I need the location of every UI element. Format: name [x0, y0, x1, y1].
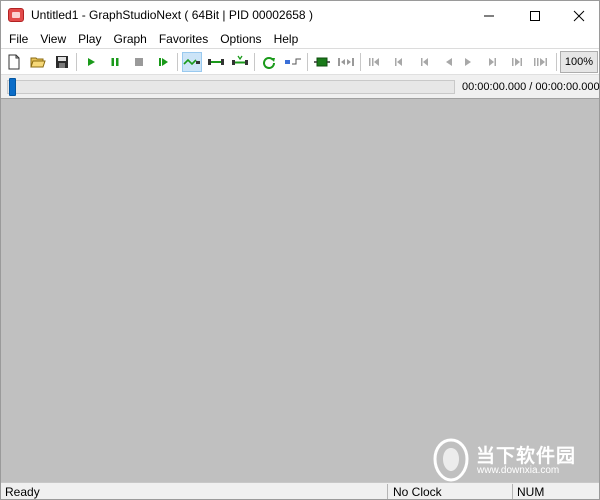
seek-back-large-icon	[395, 58, 402, 66]
minimize-icon	[484, 15, 494, 16]
app-window: Untitled1 - GraphStudioNext ( 64Bit | PI…	[0, 0, 600, 500]
toolbar-separator	[254, 53, 255, 71]
minimize-button[interactable]	[467, 1, 511, 30]
seek-forward-large-button[interactable]	[507, 52, 527, 72]
menu-help[interactable]: Help	[268, 30, 305, 48]
status-text: Ready	[5, 485, 40, 499]
seek-icon	[338, 58, 354, 66]
seek-back-icon	[421, 58, 428, 66]
link-button[interactable]	[206, 52, 226, 72]
toolbar-separator	[177, 53, 178, 71]
title-bar[interactable]: Untitled1 - GraphStudioNext ( 64Bit | PI…	[1, 1, 599, 30]
smart-connect-button[interactable]	[230, 52, 250, 72]
seek-back-large-button[interactable]	[390, 52, 410, 72]
seek-slider-thumb[interactable]	[9, 78, 16, 96]
status-bar: Ready No Clock NUM	[1, 482, 599, 499]
watermark-url: www.downxia.com	[477, 465, 560, 476]
link-icon	[208, 59, 224, 65]
toolbar: 100%	[1, 48, 599, 74]
maximize-icon	[530, 10, 540, 21]
close-icon	[573, 10, 585, 21]
seek-button[interactable]	[336, 52, 356, 72]
pause-button[interactable]	[105, 52, 125, 72]
play-icon	[88, 58, 95, 66]
watermark-text: 当下软件园	[476, 445, 577, 467]
pause-icon	[111, 58, 119, 66]
new-file-icon	[8, 54, 20, 70]
menu-file[interactable]: File	[3, 30, 34, 48]
toolbar-separator	[360, 53, 361, 71]
toolbar-separator	[76, 53, 77, 71]
step-frame-icon	[159, 58, 168, 66]
zoom-level[interactable]: 100%	[560, 51, 598, 73]
seek-end-button[interactable]	[532, 52, 552, 72]
stop-button[interactable]	[129, 52, 149, 72]
play-button[interactable]	[81, 52, 101, 72]
seek-slider-track[interactable]	[7, 80, 455, 94]
status-divider	[512, 484, 513, 499]
frame-back-icon	[446, 58, 452, 66]
frame-forward-icon	[465, 58, 471, 66]
frame-forward-button[interactable]	[457, 52, 477, 72]
status-divider	[387, 484, 388, 499]
seek-forward-icon	[489, 58, 496, 66]
menu-favorites[interactable]: Favorites	[153, 30, 214, 48]
connect-mode-icon	[183, 58, 200, 66]
open-file-button[interactable]	[28, 52, 48, 72]
save-button[interactable]	[52, 52, 72, 72]
step-frame-button[interactable]	[153, 52, 173, 72]
insert-filter-icon	[285, 58, 301, 65]
graphstudio-app-icon[interactable]	[8, 8, 24, 22]
stop-icon	[135, 58, 143, 66]
refresh-icon	[263, 57, 275, 69]
status-clock: No Clock	[393, 485, 442, 499]
menu-graph[interactable]: Graph	[107, 30, 152, 48]
close-button[interactable]	[557, 1, 600, 30]
toolbar-separator	[556, 53, 557, 71]
graph-canvas[interactable]	[1, 99, 599, 482]
smart-connect-icon	[232, 55, 248, 65]
menu-view[interactable]: View	[34, 30, 72, 48]
seek-forward-button[interactable]	[482, 52, 502, 72]
open-folder-icon	[30, 57, 46, 68]
refresh-button[interactable]	[259, 52, 279, 72]
seek-back-button[interactable]	[415, 52, 435, 72]
menu-bar: File View Play Graph Favorites Options H…	[1, 30, 599, 48]
new-file-button[interactable]	[4, 52, 24, 72]
menu-options[interactable]: Options	[214, 30, 267, 48]
seek-start-button[interactable]	[365, 52, 385, 72]
seek-start-icon	[369, 58, 379, 66]
seek-bar-row: 00:00:00.000 / 00:00:00.000	[1, 74, 600, 99]
render-icon	[314, 57, 330, 67]
insert-filter-button[interactable]	[283, 52, 303, 72]
toolbar-separator	[307, 53, 308, 71]
window-title: Untitled1 - GraphStudioNext ( 64Bit | PI…	[31, 8, 313, 22]
seek-forward-large-icon	[512, 58, 522, 66]
render-button[interactable]	[312, 52, 332, 72]
menu-play[interactable]: Play	[72, 30, 107, 48]
status-num-lock: NUM	[517, 485, 545, 499]
maximize-button[interactable]	[513, 1, 557, 30]
seek-end-icon	[534, 58, 547, 66]
connect-mode-button[interactable]	[182, 52, 202, 72]
downxia-logo-icon	[433, 438, 469, 482]
save-icon	[56, 56, 68, 68]
time-position: 00:00:00.000 / 00:00:00.000	[462, 81, 600, 93]
